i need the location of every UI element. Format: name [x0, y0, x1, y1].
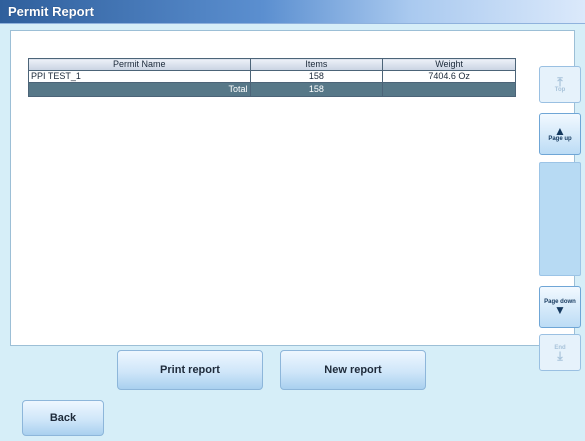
report-panel: Permit Name Items Weight PPI TEST_1 158 …: [10, 30, 581, 371]
arrow-end-icon: ⤓: [557, 348, 563, 363]
column-header-weight: Weight: [382, 58, 516, 71]
page-up-button[interactable]: ▲ Page up: [539, 113, 581, 155]
scroll-top-label: Top: [554, 86, 566, 93]
print-report-label: Print report: [160, 364, 220, 376]
total-items: 158: [249, 82, 384, 97]
page-down-button[interactable]: Page down ▼: [539, 286, 581, 328]
new-report-button[interactable]: New report: [280, 350, 426, 390]
scroll-track[interactable]: [539, 162, 581, 276]
table-row[interactable]: PPI TEST_1 158 7404.6 Oz: [28, 70, 516, 83]
scroll-end-button[interactable]: End ⤓: [539, 334, 581, 371]
arrow-top-icon: ⤒: [557, 74, 563, 89]
arrow-down-icon: ▼: [554, 303, 566, 317]
scroll-top-button[interactable]: ⤒ Top: [539, 66, 581, 103]
back-label: Back: [49, 412, 77, 424]
total-label: Total: [28, 82, 251, 97]
column-header-permit-name: Permit Name: [28, 58, 251, 71]
window-title: Permit Report: [8, 4, 94, 19]
vertical-scrollbar[interactable]: ⤒ Top ▲ Page up Page down ▼ End ⤓: [539, 66, 581, 371]
title-bar: Permit Report: [0, 0, 585, 24]
cell-items: 158: [249, 70, 384, 83]
column-header-items: Items: [249, 58, 384, 71]
table-total-row: Total 158: [28, 82, 516, 97]
cell-weight: 7404.6 Oz: [382, 70, 516, 83]
print-report-button[interactable]: Print report: [117, 350, 263, 390]
total-weight: [382, 82, 516, 97]
cell-permit-name: PPI TEST_1: [28, 70, 251, 83]
back-button[interactable]: Back: [22, 400, 104, 436]
arrow-up-icon: ▲: [554, 124, 566, 138]
page-up-label: Page up: [548, 136, 572, 142]
new-report-label: New report: [324, 364, 382, 376]
table-header-row: Permit Name Items Weight: [28, 58, 516, 71]
permit-table: Permit Name Items Weight PPI TEST_1 158 …: [28, 58, 516, 97]
